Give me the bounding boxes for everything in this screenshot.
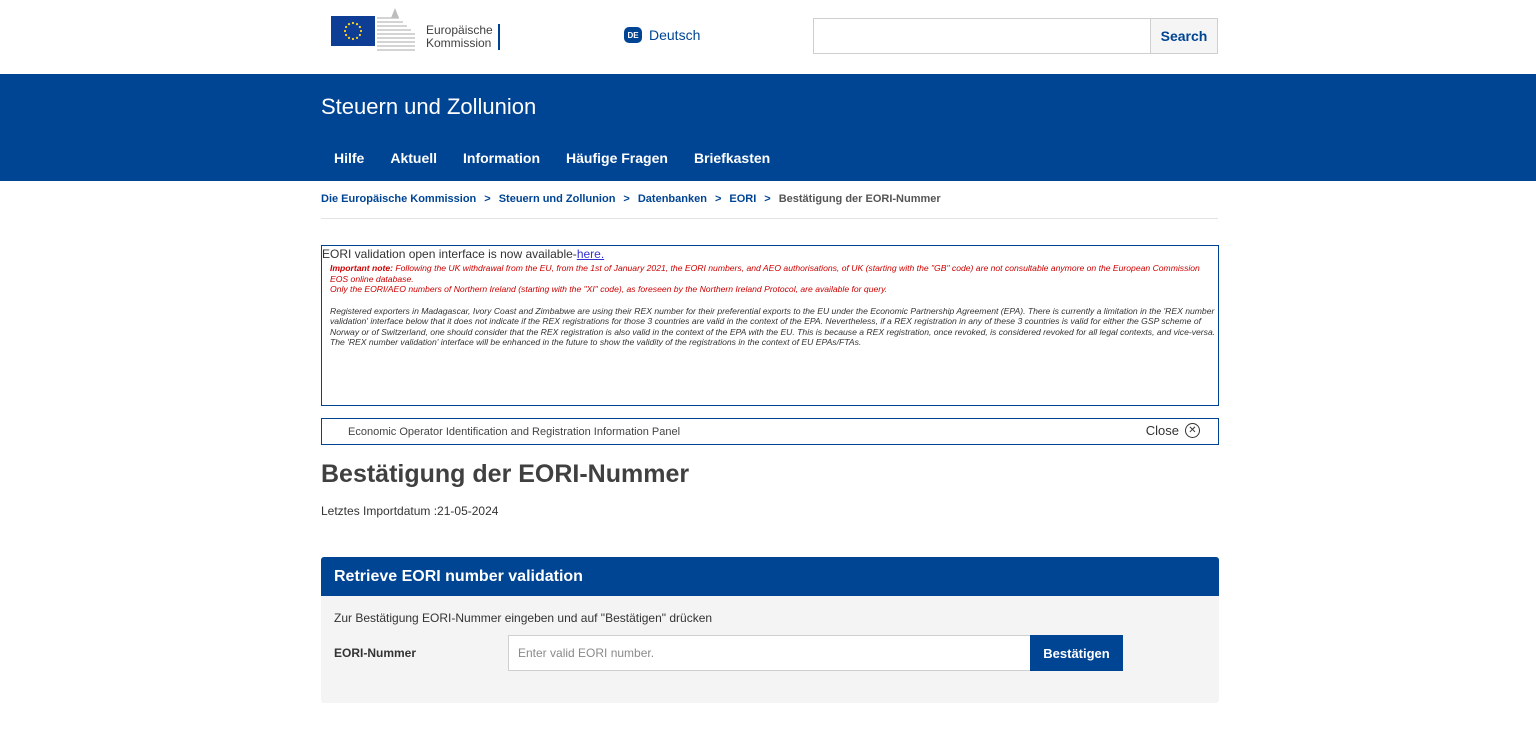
breadcrumb-item-databases[interactable]: Datenbanken bbox=[638, 193, 707, 205]
main-navigation: Hilfe Aktuell Information Häufige Fragen… bbox=[321, 150, 783, 166]
card-heading: Retrieve EORI number validation bbox=[321, 557, 1219, 596]
notice-headline: EORI validation open interface is now av… bbox=[322, 247, 1218, 261]
eori-number-input[interactable] bbox=[508, 635, 1031, 671]
notice-box: EORI validation open interface is now av… bbox=[321, 245, 1219, 406]
close-button[interactable]: Close ✕ bbox=[1146, 423, 1200, 438]
european-commission-logo[interactable]: Europäische Kommission bbox=[331, 6, 511, 54]
close-label: Close bbox=[1145, 423, 1179, 438]
logo-line2: Kommission bbox=[426, 36, 492, 50]
eori-field-label: EORI-Nummer bbox=[334, 646, 417, 660]
nav-item-briefkasten[interactable]: Briefkasten bbox=[681, 150, 783, 166]
search-bar: Search bbox=[813, 18, 1218, 54]
northern-ireland-note: Only the EORI/AEO numbers of Northern Ir… bbox=[330, 284, 888, 294]
last-import-date: Letztes Importdatum :21-05-2024 bbox=[321, 504, 499, 518]
breadcrumb-current: Bestätigung der EORI-Nummer bbox=[778, 193, 941, 205]
rex-future-note: The 'REX number validation' interface wi… bbox=[330, 337, 862, 347]
breadcrumb-item-commission[interactable]: Die Europäische Kommission bbox=[321, 193, 476, 205]
language-selector[interactable]: DE Deutsch bbox=[624, 26, 700, 44]
breadcrumb-separator: > bbox=[484, 193, 491, 205]
nav-item-haeufige-fragen[interactable]: Häufige Fragen bbox=[553, 150, 681, 166]
breadcrumb-separator: > bbox=[714, 193, 722, 205]
rex-note: Registered exporters in Madagascar, Ivor… bbox=[322, 306, 1218, 348]
breadcrumb-item-eori[interactable]: EORI bbox=[729, 193, 756, 205]
site-title[interactable]: Steuern und Zollunion bbox=[321, 94, 536, 120]
language-icon: DE bbox=[624, 27, 642, 43]
breadcrumb: Die Europäische Kommission > Steuern und… bbox=[321, 193, 1218, 219]
eu-flag-icon bbox=[331, 16, 375, 46]
nav-item-hilfe[interactable]: Hilfe bbox=[321, 150, 377, 166]
nav-item-aktuell[interactable]: Aktuell bbox=[377, 150, 450, 166]
page-title: Bestätigung der EORI-Nummer bbox=[321, 460, 690, 488]
nav-item-information[interactable]: Information bbox=[450, 150, 553, 166]
info-panel-label: Economic Operator Identification and Reg… bbox=[348, 426, 681, 438]
site-banner: Steuern und Zollunion Hilfe Aktuell Info… bbox=[0, 74, 1536, 181]
eori-validation-card: Retrieve EORI number validation Zur Best… bbox=[321, 557, 1219, 703]
breadcrumb-item-taxation[interactable]: Steuern und Zollunion bbox=[499, 193, 616, 205]
rex-note-text: Registered exporters in Madagascar, Ivor… bbox=[330, 305, 1216, 337]
top-header: Europäische Kommission DE Deutsch Search bbox=[0, 0, 1536, 74]
form-instructions: Zur Bestätigung EORI-Nummer eingeben und… bbox=[334, 611, 713, 625]
notice-headline-text: EORI validation open interface is now av… bbox=[322, 247, 577, 261]
logo-divider bbox=[498, 24, 500, 50]
breadcrumb-separator: > bbox=[764, 193, 771, 205]
eori-interface-link[interactable]: here. bbox=[577, 247, 604, 261]
important-note-text: Following the UK withdrawal from the EU,… bbox=[330, 263, 1200, 284]
language-label: Deutsch bbox=[649, 27, 701, 43]
important-note: Important note: Following the UK withdra… bbox=[322, 263, 1218, 295]
important-note-label: Important note: bbox=[330, 263, 394, 273]
logo-text: Europäische Kommission bbox=[426, 24, 493, 50]
close-icon: ✕ bbox=[1185, 423, 1200, 438]
berlaymont-building-icon bbox=[375, 6, 417, 54]
info-panel: Economic Operator Identification and Reg… bbox=[321, 418, 1219, 445]
search-button[interactable]: Search bbox=[1150, 18, 1218, 54]
search-input[interactable] bbox=[813, 18, 1150, 54]
confirm-button[interactable]: Bestätigen bbox=[1030, 635, 1123, 671]
breadcrumb-separator: > bbox=[623, 193, 630, 205]
